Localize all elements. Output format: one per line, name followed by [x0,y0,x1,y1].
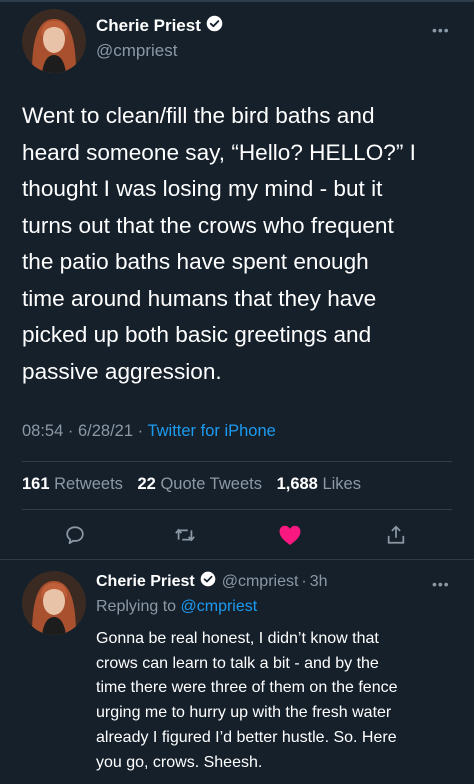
meta-separator: · [137,422,144,440]
tweet-date[interactable]: 6/28/21 [78,422,133,440]
reply-line: already I figured I’d better hustle. So.… [96,728,397,746]
reply-text: Gonna be real honest, I didn’t know that… [96,627,456,775]
tweet-text: Went to clean/fill the bird baths and he… [22,98,454,390]
reply-line: you go, crows. Sheesh. [96,753,263,771]
quote-tweets-stat[interactable]: 22 Quote Tweets [138,475,262,493]
author-name-row: Cherie Priest [96,15,223,37]
replying-to: Replying to @cmpriest [96,598,257,616]
retweets-count: 161 [22,475,50,493]
tweet-line: passive aggression. [22,358,222,384]
author-display-name[interactable]: Cherie Priest [96,16,201,36]
tweet-source-link[interactable]: Twitter for iPhone [147,422,275,440]
avatar-image [22,9,86,73]
tweet-line: turns out that the crows who frequent [22,212,394,238]
quotes-label: Quote Tweets [160,475,262,493]
divider [22,461,452,462]
comment-icon [66,526,84,545]
avatar[interactable] [22,9,86,73]
reply-line: crows can learn to talk a bit - and by t… [96,654,379,672]
likes-count: 1,688 [276,475,318,493]
retweet-button[interactable] [172,522,198,548]
replying-to-label: Replying to [96,598,177,615]
like-button[interactable] [277,522,303,548]
reply-avatar[interactable] [22,571,86,635]
author-handle[interactable]: @cmpriest [96,41,178,61]
retweets-stat[interactable]: 161 Retweets [22,475,123,493]
replying-to-mention[interactable]: @cmpriest [181,598,258,615]
tweet-line: Went to clean/fill the bird baths and [22,103,375,128]
share-icon [387,525,405,544]
likes-label: Likes [322,475,361,493]
tweet-time[interactable]: 08:54 [22,422,63,440]
reply-line: Gonna be real honest, I didn’t know that [96,630,379,647]
retweet-icon [175,528,195,542]
verified-badge-icon [206,15,223,37]
tweet-line: thought I was losing my mind - but it [22,176,383,201]
tweet-line: heard someone say, “Hello? HELLO?” I [22,139,416,165]
divider [0,559,474,560]
reply-line: urging me to hurry up with the fresh wat… [96,704,392,722]
reply-author-handle[interactable]: @cmpriest [222,573,299,591]
retweets-label: Retweets [54,475,123,493]
verified-badge-icon [200,571,216,592]
tweet-line: the patio baths have spent enough [22,249,369,274]
engagement-stats: 161 Retweets 22 Quote Tweets 1,688 Likes [22,475,361,494]
likes-stat[interactable]: 1,688 Likes [277,475,361,493]
meta-separator: · [67,422,74,440]
more-options-icon[interactable]: ••• [432,22,450,38]
share-button[interactable] [383,522,409,548]
reply-button[interactable] [62,522,88,548]
reply-line: time there were three of them on the fen… [96,679,398,697]
reply-age[interactable]: 3h [310,573,328,591]
heart-icon [279,525,301,545]
top-border [0,0,474,2]
avatar-image [22,571,86,635]
tweet-metadata: 08:54 · 6/28/21 · Twitter for iPhone [22,422,276,441]
tweet-line: time around humans that they have [22,285,377,311]
reply-separator: · [301,572,307,590]
divider [22,509,452,510]
tweet-line: picked up both basic greetings and [22,322,372,347]
quotes-count: 22 [137,475,156,493]
reply-author-row: Cherie Priest @cmpriest · 3h [96,571,328,592]
reply-author-display-name[interactable]: Cherie Priest [96,573,195,591]
reply-more-options-icon[interactable]: ••• [432,576,450,592]
